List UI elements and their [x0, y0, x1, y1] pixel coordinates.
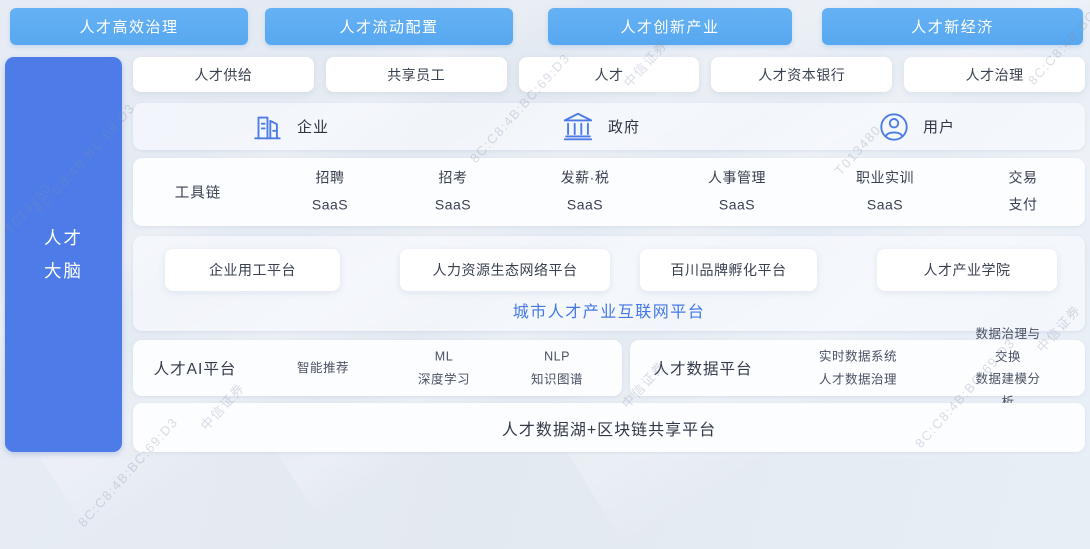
actor-user: 用户	[878, 103, 955, 150]
city-platform-panel: 企业用工平台 人力资源生态网络平台 百川品牌孵化平台 人才产业学院 城市人才产业…	[133, 236, 1085, 331]
sidebar-talent-brain: 人才 大脑	[5, 57, 122, 452]
actor-enterprise: 企业	[250, 103, 329, 150]
ai-item-nlp-knowledge-graph: NLP 知识图谱	[531, 346, 583, 391]
talent-platform-diagram: 人才高效治理 人才流动配置 人才创新产业 人才新经济 人才 大脑 人才供给 共享…	[0, 0, 1090, 458]
bank-icon	[561, 110, 595, 144]
data-item-line: 人才数据治理	[819, 368, 897, 391]
data-lake-blockchain-label: 人才数据湖+区块链共享平台	[502, 416, 716, 440]
toolchain-hr-management-saas: 人事管理 SaaS	[708, 165, 766, 220]
data-item-exchange-modeling: 数据治理与交换 数据建模分析	[970, 323, 1047, 413]
platform-talent-industry-academy: 人才产业学院	[877, 249, 1057, 291]
supply-box-shared-staff: 共享员工	[326, 57, 507, 92]
supply-box-talent-supply: 人才供给	[133, 57, 314, 92]
tab-efficient-governance: 人才高效治理	[10, 8, 248, 45]
data-platform-panel: 人才数据平台 实时数据系统 人才数据治理 数据治理与交换 数据建模分析	[630, 340, 1085, 396]
actors-panel: 企业 政府 用户	[133, 103, 1085, 150]
data-item-line: 数据治理与交换	[970, 323, 1047, 368]
supply-box-talent: 人才	[519, 57, 700, 92]
building-icon	[250, 110, 284, 144]
data-platform-title: 人才数据平台	[653, 357, 752, 379]
user-icon	[878, 111, 910, 143]
toolchain-item-line: 交易	[1009, 165, 1038, 192]
actor-enterprise-label: 企业	[297, 116, 329, 137]
actor-user-label: 用户	[923, 116, 955, 137]
toolchain-item-line: 发薪·税	[561, 165, 610, 192]
toolchain-item-line: SaaS	[435, 192, 471, 219]
data-lake-blockchain-bar: 人才数据湖+区块链共享平台	[133, 403, 1085, 452]
toolchain-vocational-training-saas: 职业实训 SaaS	[856, 165, 914, 220]
sidebar-talent-brain-label: 人才 大脑	[44, 222, 83, 287]
toolchain-item-line: 人事管理	[708, 165, 766, 192]
platform-baichuan-brand-incubation: 百川品牌孵化平台	[640, 249, 817, 291]
toolchain-item-line: 招考	[435, 165, 471, 192]
platform-hr-eco-network: 人力资源生态网络平台	[400, 249, 610, 291]
toolchain-exam-saas: 招考 SaaS	[435, 165, 471, 220]
ai-item-smart-recommendation: 智能推荐	[297, 357, 349, 380]
toolchain-trade-payment: 交易 支付	[1009, 165, 1038, 220]
data-item-realtime-governance: 实时数据系统 人才数据治理	[819, 346, 897, 391]
supply-box-talent-governance: 人才治理	[904, 57, 1085, 92]
supply-row: 人才供给 共享员工 人才 人才资本银行 人才治理	[133, 57, 1085, 92]
toolchain-item-line: 职业实训	[856, 165, 914, 192]
ai-item-ml-deep-learning: ML 深度学习	[418, 346, 470, 391]
tab-new-economy: 人才新经济	[822, 8, 1083, 45]
tab-innovation-industry: 人才创新产业	[548, 8, 792, 45]
platform-enterprise-employment: 企业用工平台	[165, 249, 340, 291]
actor-government: 政府	[561, 103, 640, 150]
toolchain-item-line: SaaS	[561, 192, 610, 219]
toolchain-item-line: SaaS	[708, 192, 766, 219]
ai-platform-title: 人才AI平台	[154, 357, 237, 379]
ai-platform-panel: 人才AI平台 智能推荐 ML 深度学习 NLP 知识图谱	[133, 340, 622, 396]
ai-item-line: NLP	[531, 346, 583, 369]
toolchain-panel: 工具链 招聘 SaaS 招考 SaaS 发薪·税 SaaS 人事管理 SaaS …	[133, 158, 1085, 226]
ai-item-line: 知识图谱	[531, 368, 583, 391]
data-item-line: 实时数据系统	[819, 346, 897, 369]
toolchain-item-line: 支付	[1009, 192, 1038, 219]
ai-item-line: 深度学习	[418, 368, 470, 391]
toolchain-item-line: SaaS	[312, 192, 348, 219]
toolchain-recruit-saas: 招聘 SaaS	[312, 165, 348, 220]
supply-box-talent-capital-bank: 人才资本银行	[711, 57, 892, 92]
city-platform-caption: 城市人才产业互联网平台	[133, 298, 1085, 322]
ai-item-line: 智能推荐	[297, 357, 349, 380]
toolchain-payroll-tax-saas: 发薪·税 SaaS	[561, 165, 610, 220]
toolchain-item-line: SaaS	[856, 192, 914, 219]
toolchain-item-line: 招聘	[312, 165, 348, 192]
tab-flow-allocation: 人才流动配置	[265, 8, 513, 45]
actor-government-label: 政府	[608, 116, 640, 137]
ai-item-line: ML	[418, 346, 470, 369]
toolchain-title: 工具链	[175, 182, 222, 203]
